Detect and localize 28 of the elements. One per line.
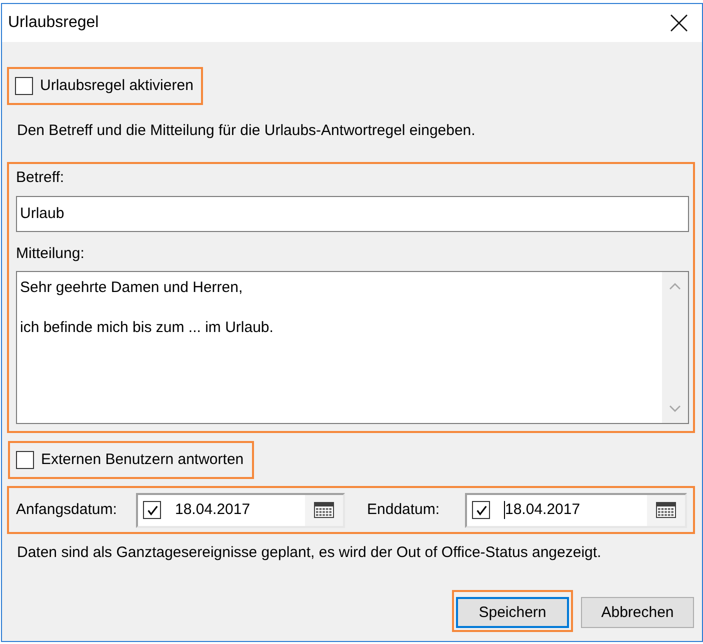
field-label: Enddatum: [367, 501, 441, 519]
checkbox[interactable] [16, 451, 34, 469]
date-value: 18.04.2017 [505, 501, 580, 519]
field-label: Mitteilung: [16, 245, 84, 263]
subject-field[interactable]: Urlaub [16, 196, 689, 232]
window-title: Urlaubsregel [8, 13, 99, 33]
checkbox-label[interactable]: Externen Benutzern antworten [41, 451, 244, 469]
close-icon [670, 14, 688, 32]
checkbox[interactable] [472, 501, 490, 519]
dialog-button[interactable]: Abbrechen [581, 597, 694, 628]
check-icon [474, 504, 488, 516]
instruction-text: Den Betreff und die Mitteilung für die Urlaubs-Antwortregel eingeben. [17, 122, 476, 140]
checkbox-label[interactable]: Urlaubsregel aktivieren [40, 77, 194, 95]
info-text: Daten sind als Ganztagesereignisse geplant, es wird der Out of Office-Status angezeigt. [17, 544, 602, 562]
calendar-icon [314, 502, 334, 518]
date-picker[interactable]: 18.04.2017 [465, 492, 687, 528]
field-label: Betreff: [16, 169, 64, 187]
checkbox[interactable] [15, 77, 33, 95]
message-field[interactable]: Sehr geehrte Damen und Herren, ich befinde mich bis zum ... im Urlaub. [16, 271, 689, 424]
calendar-button[interactable] [305, 494, 343, 526]
field-label: Anfangsdatum: [16, 501, 118, 519]
check-icon [146, 504, 158, 516]
dialog-button[interactable]: Speichern [456, 597, 569, 628]
calendar-button[interactable] [647, 494, 685, 526]
date-picker[interactable]: 18.04.2017 [136, 492, 345, 528]
calendar-icon [656, 502, 676, 518]
checkbox[interactable] [143, 501, 161, 519]
date-value: 18.04.2017 [175, 501, 250, 519]
